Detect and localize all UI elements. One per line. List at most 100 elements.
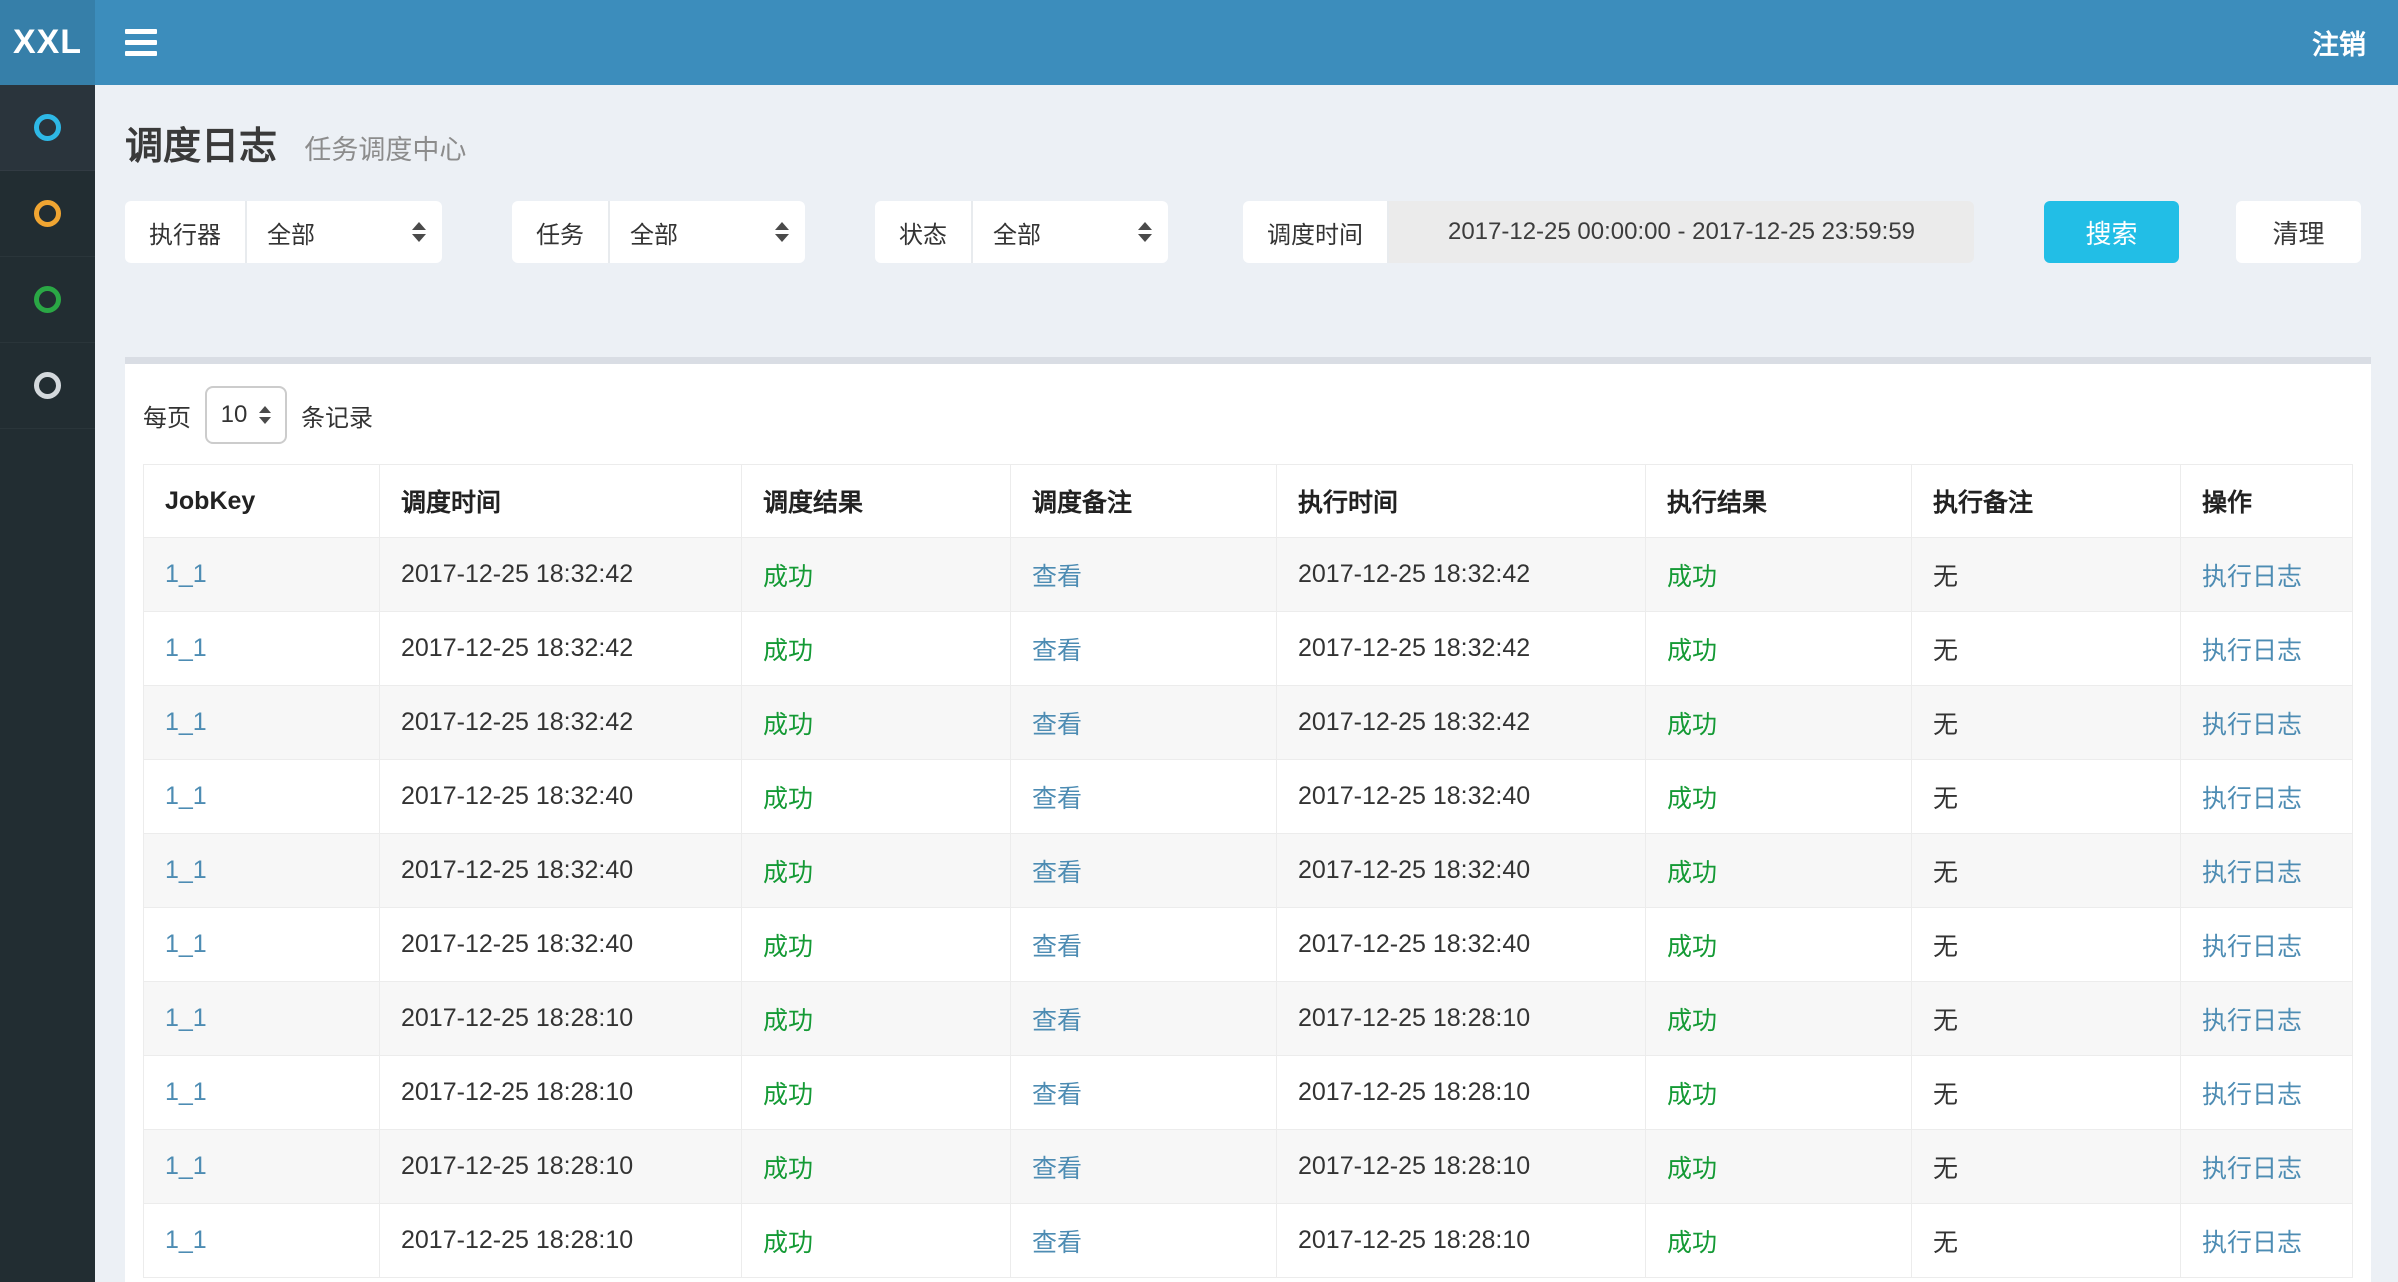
table-row: 1_12017-12-25 18:28:10成功查看2017-12-25 18:… — [144, 1056, 2353, 1130]
app-logo[interactable]: XXL — [0, 0, 95, 85]
cell-dispatch_remark: 查看 — [1011, 908, 1277, 982]
action-link[interactable]: 执行日志 — [2202, 563, 2302, 591]
action-link[interactable]: 执行日志 — [2202, 711, 2302, 739]
cell-exec_remark: 无 — [1912, 760, 2181, 834]
clear-button[interactable]: 清理 — [2236, 201, 2361, 263]
action-link[interactable]: 执行日志 — [2202, 637, 2302, 665]
circle-icon — [34, 200, 61, 227]
dispatch_result-text: 成功 — [763, 711, 813, 739]
jobkey-link[interactable]: 1_1 — [165, 1078, 207, 1106]
cell-exec_remark: 无 — [1912, 538, 2181, 612]
search-button[interactable]: 搜索 — [2044, 201, 2179, 263]
action-link[interactable]: 执行日志 — [2202, 1007, 2302, 1035]
status-select[interactable]: 全部 — [973, 201, 1168, 263]
exec_time-text: 2017-12-25 18:32:42 — [1298, 708, 1530, 736]
job-select[interactable]: 全部 — [610, 201, 805, 263]
jobkey-link[interactable]: 1_1 — [165, 856, 207, 884]
jobkey-link[interactable]: 1_1 — [165, 930, 207, 958]
logout-button[interactable]: 注销 — [2280, 0, 2398, 85]
exec_remark-text: 无 — [1933, 1229, 1958, 1257]
time-filter-label: 调度时间 — [1243, 201, 1389, 263]
dispatch_remark-link[interactable]: 查看 — [1032, 785, 1082, 813]
dispatch_time-text: 2017-12-25 18:32:42 — [401, 560, 633, 588]
exec_result-text: 成功 — [1667, 1229, 1717, 1257]
page-size-value: 10 — [221, 401, 248, 429]
jobkey-link[interactable]: 1_1 — [165, 708, 207, 736]
hamburger-icon — [125, 40, 157, 45]
jobkey-link[interactable]: 1_1 — [165, 1152, 207, 1180]
cell-exec_result: 成功 — [1646, 538, 1912, 612]
jobkey-link[interactable]: 1_1 — [165, 1004, 207, 1032]
column-header-dispatch_remark: 调度备注 — [1011, 465, 1277, 538]
cell-exec_result: 成功 — [1646, 908, 1912, 982]
dispatch_remark-link[interactable]: 查看 — [1032, 711, 1082, 739]
cell-dispatch_remark: 查看 — [1011, 834, 1277, 908]
cell-action: 执行日志 — [2181, 612, 2353, 686]
cell-jobkey: 1_1 — [144, 612, 380, 686]
page-title: 调度日志 — [125, 126, 277, 168]
cell-exec_result: 成功 — [1646, 1204, 1912, 1278]
cell-exec_result: 成功 — [1646, 834, 1912, 908]
exec_time-text: 2017-12-25 18:32:42 — [1298, 560, 1530, 588]
cell-dispatch_result: 成功 — [742, 1130, 1011, 1204]
circle-icon — [34, 114, 61, 141]
jobkey-link[interactable]: 1_1 — [165, 782, 207, 810]
action-link[interactable]: 执行日志 — [2202, 785, 2302, 813]
dispatch_remark-link[interactable]: 查看 — [1032, 563, 1082, 591]
dispatch_remark-link[interactable]: 查看 — [1032, 1007, 1082, 1035]
dispatch_remark-link[interactable]: 查看 — [1032, 1081, 1082, 1109]
time-range-input[interactable]: 2017-12-25 00:00:00 - 2017-12-25 23:59:5… — [1389, 201, 1974, 263]
sidebar-item-menu-4[interactable] — [0, 343, 95, 429]
action-link[interactable]: 执行日志 — [2202, 1081, 2302, 1109]
cell-dispatch_time: 2017-12-25 18:28:10 — [380, 1130, 742, 1204]
exec_remark-text: 无 — [1933, 711, 1958, 739]
time-filter-group: 调度时间 2017-12-25 00:00:00 - 2017-12-25 23… — [1243, 201, 1974, 263]
cell-jobkey: 1_1 — [144, 1130, 380, 1204]
top-navbar: XXL 注销 — [0, 0, 2398, 85]
sidebar-item-menu-1[interactable] — [0, 85, 95, 171]
exec_time-text: 2017-12-25 18:28:10 — [1298, 1004, 1530, 1032]
cell-action: 执行日志 — [2181, 908, 2353, 982]
dispatch-log-table: JobKey调度时间调度结果调度备注执行时间执行结果执行备注操作 1_12017… — [143, 464, 2353, 1278]
table-row: 1_12017-12-25 18:28:10成功查看2017-12-25 18:… — [144, 1204, 2353, 1278]
table-footer: 第 1 页 ( 总共 1 页，10 条记录 ) 上页 1 下页 — [125, 1278, 2371, 1282]
sidebar-item-menu-3[interactable] — [0, 257, 95, 343]
cell-jobkey: 1_1 — [144, 908, 380, 982]
dispatch_remark-link[interactable]: 查看 — [1032, 637, 1082, 665]
exec_time-text: 2017-12-25 18:32:40 — [1298, 782, 1530, 810]
exec_time-text: 2017-12-25 18:32:42 — [1298, 634, 1530, 662]
hamburger-icon — [125, 29, 157, 34]
action-link[interactable]: 执行日志 — [2202, 859, 2302, 887]
dispatch_result-text: 成功 — [763, 785, 813, 813]
column-header-action: 操作 — [2181, 465, 2353, 538]
jobkey-link[interactable]: 1_1 — [165, 634, 207, 662]
jobkey-link[interactable]: 1_1 — [165, 560, 207, 588]
page-size-select[interactable]: 10 — [205, 386, 287, 444]
cell-exec_time: 2017-12-25 18:28:10 — [1277, 1130, 1646, 1204]
dispatch_remark-link[interactable]: 查看 — [1032, 1229, 1082, 1257]
cell-dispatch_result: 成功 — [742, 686, 1011, 760]
jobkey-link[interactable]: 1_1 — [165, 1226, 207, 1254]
dispatch_remark-link[interactable]: 查看 — [1032, 933, 1082, 961]
column-header-exec_result: 执行结果 — [1646, 465, 1912, 538]
dispatch_remark-link[interactable]: 查看 — [1032, 859, 1082, 887]
cell-dispatch_result: 成功 — [742, 1056, 1011, 1130]
exec_remark-text: 无 — [1933, 1007, 1958, 1035]
exec_result-text: 成功 — [1667, 637, 1717, 665]
select-stepper-icon — [412, 222, 426, 242]
dispatch_remark-link[interactable]: 查看 — [1032, 1155, 1082, 1183]
status-filter-label: 状态 — [875, 201, 973, 263]
column-header-dispatch_time: 调度时间 — [380, 465, 742, 538]
cell-dispatch_time: 2017-12-25 18:28:10 — [380, 982, 742, 1056]
column-header-exec_remark: 执行备注 — [1912, 465, 2181, 538]
sidebar-item-menu-2[interactable] — [0, 171, 95, 257]
executor-select[interactable]: 全部 — [247, 201, 442, 263]
action-link[interactable]: 执行日志 — [2202, 933, 2302, 961]
action-link[interactable]: 执行日志 — [2202, 1229, 2302, 1257]
cell-exec_time: 2017-12-25 18:32:40 — [1277, 908, 1646, 982]
exec_result-text: 成功 — [1667, 563, 1717, 591]
cell-exec_time: 2017-12-25 18:32:42 — [1277, 538, 1646, 612]
sidebar-toggle-button[interactable] — [95, 0, 187, 85]
action-link[interactable]: 执行日志 — [2202, 1155, 2302, 1183]
column-header-exec_time: 执行时间 — [1277, 465, 1646, 538]
